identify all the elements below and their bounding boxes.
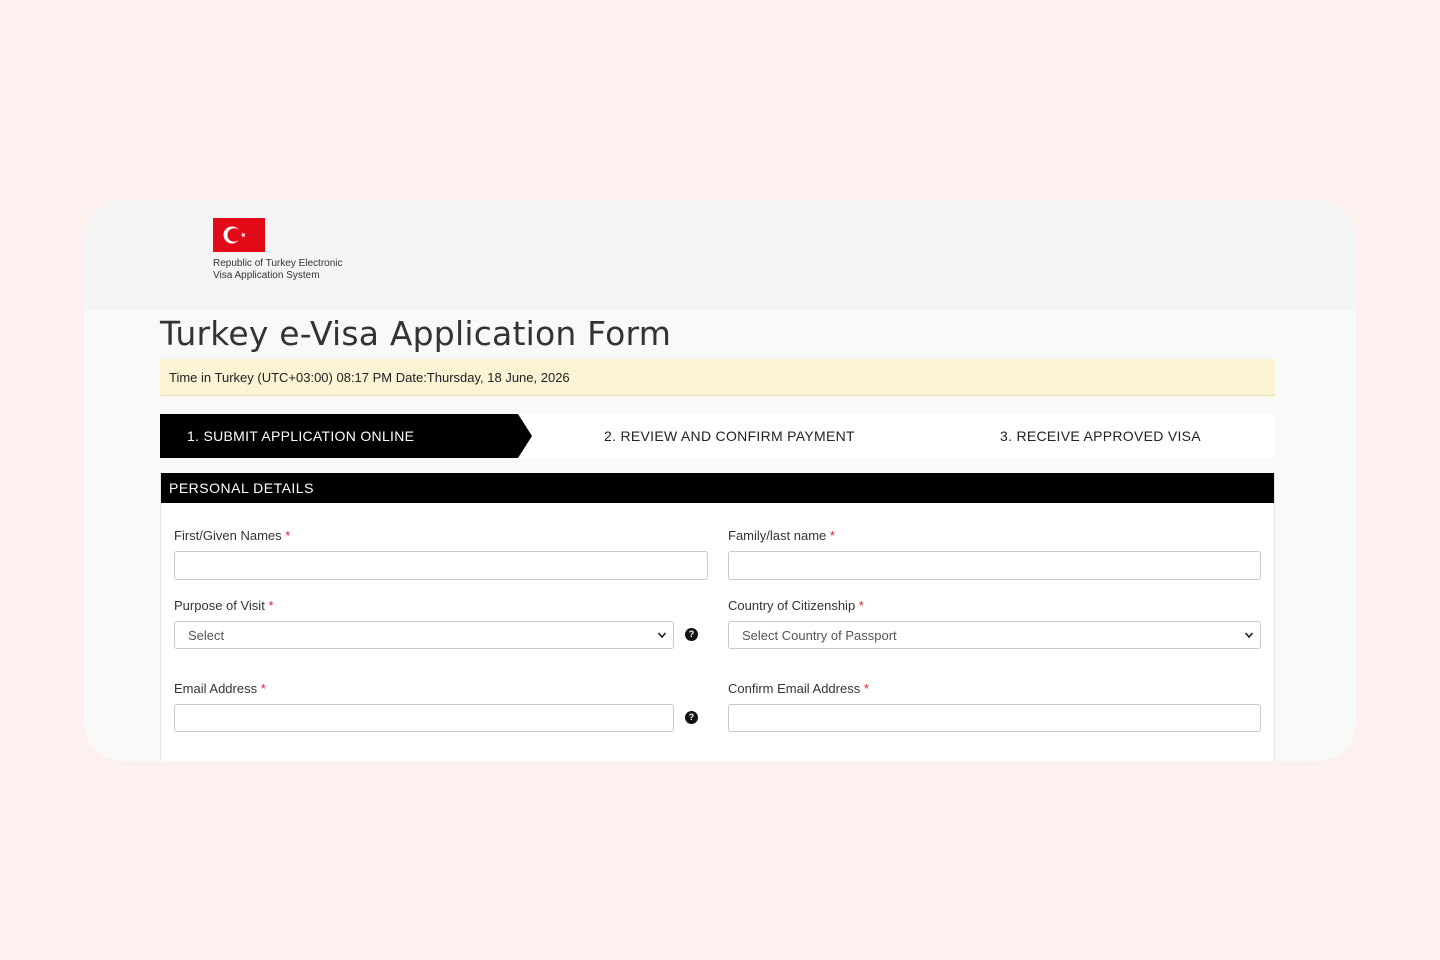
citizenship-label: Country of Citizenship * — [728, 598, 864, 613]
confirm-email-input[interactable] — [728, 704, 1261, 732]
email-input[interactable] — [174, 704, 674, 732]
site-logo-text: Republic of Turkey Electronic Visa Appli… — [213, 258, 413, 282]
required-marker: * — [863, 681, 869, 696]
time-notice-bar: Time in Turkey (UTC+03:00) 08:17 PM Date… — [160, 359, 1275, 396]
section-heading: PERSONAL DETAILS — [161, 473, 1274, 503]
email-label: Email Address * — [174, 681, 266, 696]
purpose-help-icon[interactable]: ? — [685, 628, 698, 641]
required-marker: * — [285, 528, 291, 543]
logo-line-2: Visa Application System — [213, 270, 320, 281]
first-name-input[interactable] — [174, 551, 708, 580]
email-label-text: Email Address — [174, 681, 258, 696]
page-title: Turkey e-Visa Application Form — [160, 314, 672, 353]
citizenship-select-value: Select Country of Passport — [742, 628, 897, 643]
purpose-select-value: Select — [188, 628, 225, 643]
personal-details-section: PERSONAL DETAILS First/Given Names * Fam… — [160, 473, 1275, 761]
step-receive-visa: 3. RECEIVE APPROVED VISA — [1000, 428, 1201, 444]
chevron-down-icon — [1244, 632, 1254, 639]
purpose-select[interactable]: Select — [174, 621, 674, 649]
last-name-input[interactable] — [728, 551, 1261, 580]
purpose-label: Purpose of Visit * — [174, 598, 274, 613]
purpose-label-text: Purpose of Visit — [174, 598, 265, 613]
step-review-payment: 2. REVIEW AND CONFIRM PAYMENT — [604, 428, 855, 444]
progress-steps: 1. SUBMIT APPLICATION ONLINE 2. REVIEW A… — [160, 414, 1275, 458]
citizenship-select[interactable]: Select Country of Passport — [728, 621, 1261, 649]
site-header: Republic of Turkey Electronic Visa Appli… — [84, 200, 1356, 310]
first-name-label: First/Given Names * — [174, 528, 290, 543]
required-marker: * — [268, 598, 274, 613]
step-submit-application: 1. SUBMIT APPLICATION ONLINE — [160, 414, 532, 458]
confirm-email-label: Confirm Email Address * — [728, 681, 869, 696]
logo-line-1: Republic of Turkey Electronic — [213, 258, 343, 269]
first-name-label-text: First/Given Names — [174, 528, 282, 543]
required-marker: * — [829, 528, 835, 543]
last-name-label-text: Family/last name — [728, 528, 827, 543]
turkey-flag-icon[interactable] — [213, 218, 265, 252]
chevron-down-icon — [657, 632, 667, 639]
last-name-label: Family/last name * — [728, 528, 835, 543]
confirm-email-label-text: Confirm Email Address — [728, 681, 861, 696]
citizenship-label-text: Country of Citizenship — [728, 598, 856, 613]
main-content: Turkey e-Visa Application Form Time in T… — [84, 310, 1356, 761]
required-marker: * — [858, 598, 864, 613]
browser-card: Republic of Turkey Electronic Visa Appli… — [84, 200, 1356, 761]
email-help-icon[interactable]: ? — [685, 711, 698, 724]
required-marker: * — [260, 681, 266, 696]
